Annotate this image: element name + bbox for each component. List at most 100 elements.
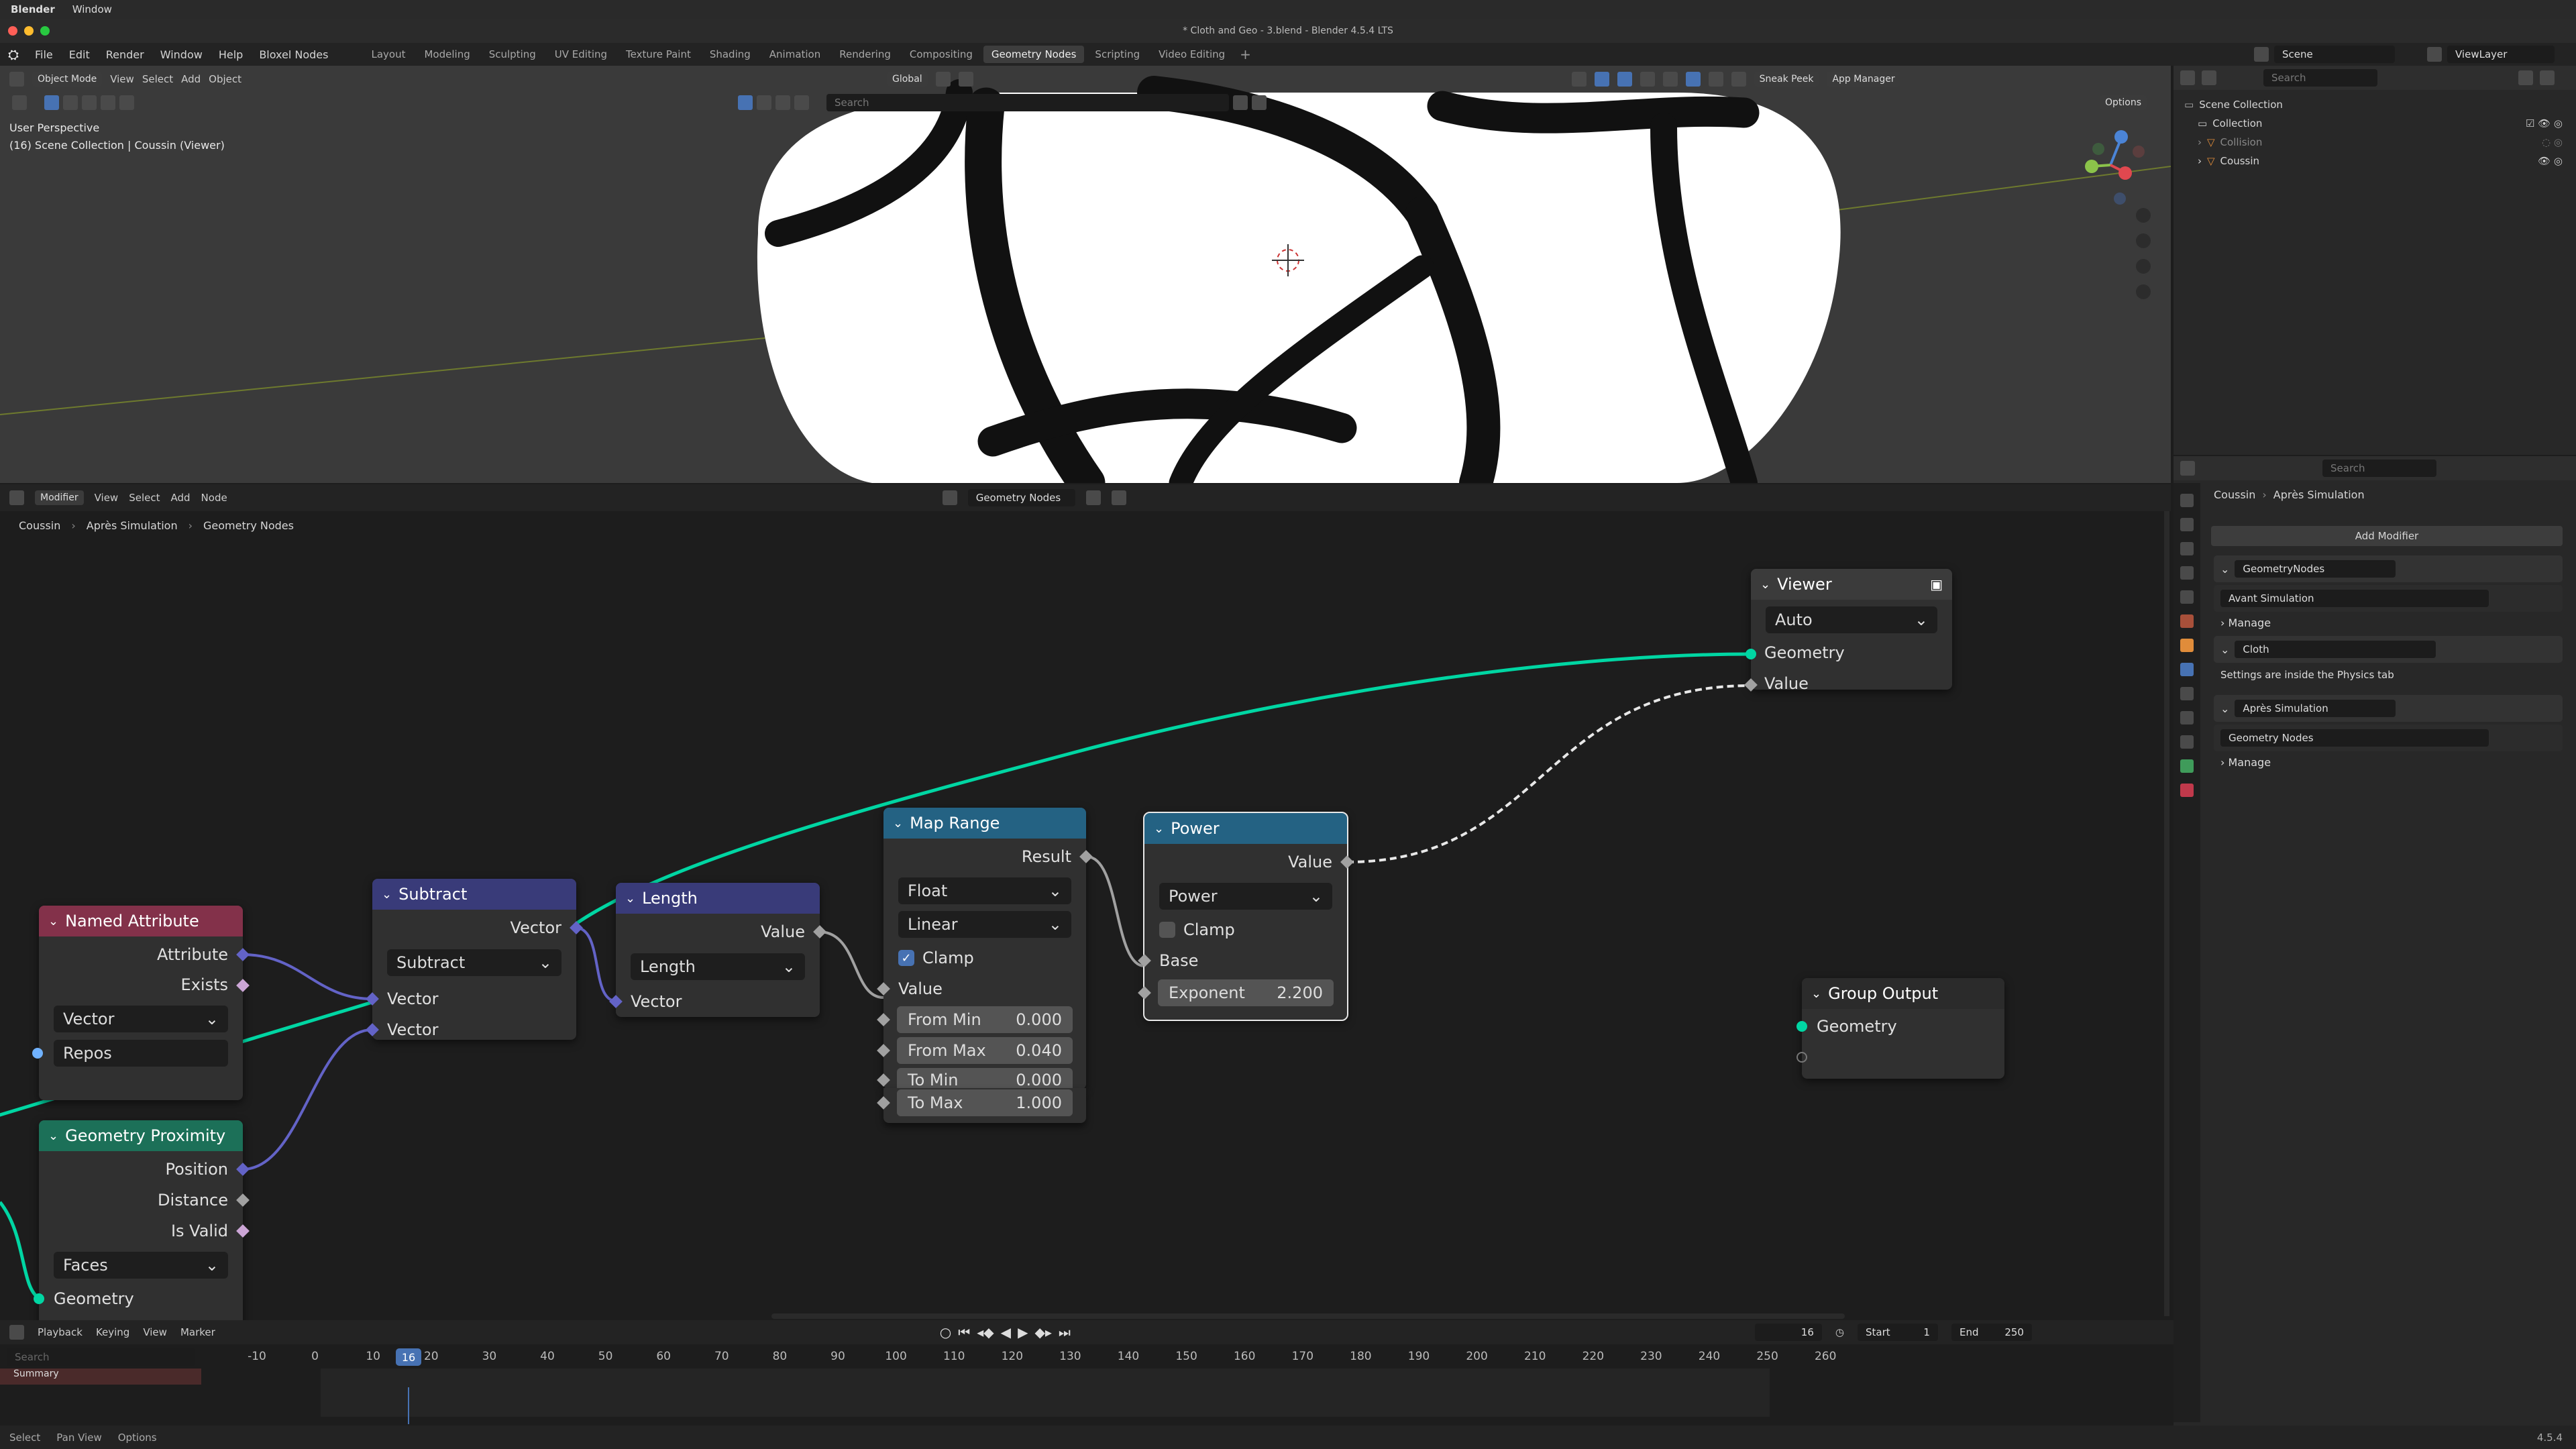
display-mode-icon[interactable] bbox=[2202, 70, 2216, 85]
new-collection-icon[interactable] bbox=[2540, 70, 2555, 85]
workspace-tab-shading[interactable]: Shading bbox=[702, 46, 759, 63]
workspace-tab-layout[interactable]: Layout bbox=[363, 46, 413, 63]
geometry-input-socket[interactable] bbox=[1796, 1021, 1807, 1032]
particles-tab-icon[interactable] bbox=[2180, 687, 2194, 700]
menu-help[interactable]: Help bbox=[211, 48, 251, 61]
maximize-window-button[interactable] bbox=[40, 26, 50, 36]
modifier-name-field[interactable]: GeometryNodes bbox=[2235, 560, 2396, 578]
playhead-frame[interactable]: 16 bbox=[396, 1348, 421, 1366]
editor-type-icon[interactable] bbox=[9, 72, 24, 87]
clamp-checkbox[interactable]: Clamp bbox=[1144, 916, 1347, 943]
node-header[interactable]: ⌄ Geometry Proximity bbox=[39, 1120, 243, 1151]
modifier-tree-selector[interactable]: Avant Simulation bbox=[2214, 585, 2563, 612]
workspace-tab-rendering[interactable]: Rendering bbox=[831, 46, 899, 63]
checkmark-icon[interactable]: ✓ bbox=[898, 950, 914, 966]
modifier-header-geometrynodes[interactable]: ⌄ GeometryNodes bbox=[2214, 555, 2563, 582]
3d-viewport[interactable]: Object Mode View Select Add Object Globa… bbox=[0, 66, 2171, 483]
menu-window[interactable]: Window bbox=[152, 48, 211, 61]
add-workspace-icon[interactable]: + bbox=[1240, 46, 1251, 62]
shading-wire-icon[interactable] bbox=[1662, 72, 1678, 87]
name-input-socket[interactable] bbox=[32, 1048, 43, 1059]
modifier-header-cloth[interactable]: ⌄ Cloth bbox=[2214, 636, 2563, 663]
target-element-dropdown[interactable]: Faces ⌄ bbox=[54, 1252, 228, 1279]
interpolation-dropdown[interactable]: Linear ⌄ bbox=[898, 911, 1071, 938]
node-header[interactable]: ⌄ Length bbox=[616, 883, 820, 914]
material-tab-icon[interactable] bbox=[2180, 784, 2194, 797]
tool-cursor-icon[interactable] bbox=[12, 95, 27, 110]
filter-icon[interactable] bbox=[1252, 95, 1267, 110]
menu-file[interactable]: File bbox=[27, 48, 61, 61]
node-editor[interactable]: Modifier View Select Add Node Geometry N… bbox=[0, 484, 2171, 1320]
modifier-name-field[interactable]: Cloth bbox=[2235, 641, 2436, 658]
power-node[interactable]: ⌄ Power Value Power ⌄ Clamp Base Exponent 2… bbox=[1138, 812, 1354, 1021]
node-header[interactable]: ⌄ Group Output bbox=[1802, 978, 2004, 1009]
breadcrumb-object[interactable]: Coussin bbox=[2214, 488, 2255, 501]
output-tab-icon[interactable] bbox=[2180, 542, 2194, 555]
outliner-editor-icon[interactable] bbox=[2180, 70, 2195, 85]
menu-bloxel-nodes[interactable]: Bloxel Nodes bbox=[251, 48, 336, 61]
pivot-icon[interactable] bbox=[935, 72, 951, 87]
scene-tab-icon[interactable] bbox=[2180, 590, 2194, 604]
xray-icon[interactable] bbox=[1640, 72, 1655, 87]
scene-selector[interactable]: Scene bbox=[2274, 46, 2395, 63]
vector-math-op-dropdown[interactable]: Subtract ⌄ bbox=[387, 949, 561, 976]
outliner-item[interactable]: ▭ Scene Collection bbox=[2184, 95, 2576, 114]
timeline[interactable]: Playback Keying View Marker ○ ⏮ ◂◆ ◀ ▶ ◆… bbox=[0, 1320, 2174, 1426]
named-attribute-node[interactable]: ⌄ Named Attribute Attribute Exists Vector… bbox=[32, 906, 250, 1100]
math-op-dropdown[interactable]: Power ⌄ bbox=[1159, 883, 1332, 910]
view-layer-selector[interactable]: ViewLayer bbox=[2447, 46, 2555, 63]
shading-solid-icon[interactable] bbox=[1685, 72, 1701, 87]
data-type-dropdown[interactable]: Float ⌄ bbox=[898, 877, 1071, 904]
checkbox-icon[interactable] bbox=[1159, 922, 1175, 938]
minimize-window-button[interactable] bbox=[24, 26, 34, 36]
node-tree-field[interactable]: Avant Simulation bbox=[2220, 590, 2489, 607]
workspace-tab-scripting[interactable]: Scripting bbox=[1087, 46, 1148, 63]
overlay-toggle-icon[interactable] bbox=[1617, 72, 1632, 87]
geometry-input-socket[interactable] bbox=[1746, 649, 1756, 659]
node-header[interactable]: ⌄ Viewer ▣ bbox=[1751, 569, 1952, 600]
geometry-input-socket[interactable] bbox=[34, 1293, 44, 1304]
constraints-tab-icon[interactable] bbox=[2180, 735, 2194, 749]
modifier-tree-selector[interactable]: Geometry Nodes bbox=[2214, 724, 2563, 751]
camera-icon[interactable] bbox=[2136, 259, 2151, 274]
blender-logo-icon[interactable]: ⛭ bbox=[0, 46, 27, 62]
select-tweak-icon[interactable] bbox=[757, 95, 771, 110]
manage-panel-toggle[interactable]: › Manage bbox=[2214, 749, 2563, 775]
modifier-tab-icon[interactable] bbox=[2180, 663, 2194, 676]
to-max-field[interactable]: To Max 1.000 bbox=[897, 1089, 1073, 1116]
workspace-tab-video-editing[interactable]: Video Editing bbox=[1150, 46, 1233, 63]
workspace-tab-animation[interactable]: Animation bbox=[761, 46, 828, 63]
proportional-edit-icon[interactable] bbox=[1571, 72, 1587, 87]
vertical-scrollbar[interactable] bbox=[2164, 511, 2169, 1316]
node-header[interactable]: ⌄ Power bbox=[1144, 813, 1347, 844]
select-lasso-icon[interactable] bbox=[794, 95, 809, 110]
outliner-filter-icon[interactable] bbox=[2518, 70, 2533, 85]
mac-app-name[interactable]: Blender bbox=[11, 3, 55, 15]
navigation-gizmo[interactable] bbox=[2085, 130, 2145, 205]
tool-invert-icon[interactable] bbox=[101, 95, 115, 110]
properties-editor-icon[interactable] bbox=[2180, 461, 2195, 476]
outliner-item[interactable]: ▭ Collection ☑ 👁 ◎ bbox=[2184, 114, 2576, 133]
exponent-field[interactable]: Exponent 2.200 bbox=[1158, 979, 1334, 1006]
tool-select-icon[interactable] bbox=[44, 95, 59, 110]
node-header[interactable]: ⌄ Map Range bbox=[883, 808, 1086, 839]
shading-rendered-icon[interactable] bbox=[1731, 72, 1746, 87]
workspace-tab-uv-editing[interactable]: UV Editing bbox=[547, 46, 615, 63]
viewer-node[interactable]: ⌄ Viewer ▣ Auto ⌄ Geometry Value bbox=[1744, 569, 1952, 693]
close-window-button[interactable] bbox=[8, 26, 17, 36]
geometry-proximity-node[interactable]: ⌄ Geometry Proximity Position Distance Is… bbox=[34, 1120, 250, 1320]
map-range-node[interactable]: ⌄ Map Range Result Float ⌄ Linear ⌄ ✓ Clamp … bbox=[877, 808, 1093, 1092]
viewport-select-menu[interactable]: Select bbox=[142, 73, 173, 85]
snap-icon[interactable] bbox=[958, 72, 973, 87]
select-box-icon[interactable] bbox=[738, 95, 753, 110]
monitor-icon[interactable]: ▣ bbox=[1930, 576, 1943, 592]
viewport-options-button[interactable]: Options bbox=[2100, 95, 2147, 110]
modifier-name-field[interactable]: Après Simulation bbox=[2235, 700, 2396, 717]
node-tree-field[interactable]: Geometry Nodes bbox=[2220, 729, 2489, 747]
group-output-node[interactable]: ⌄ Group Output Geometry bbox=[1796, 978, 2004, 1079]
length-op-dropdown[interactable]: Length ⌄ bbox=[631, 953, 805, 980]
tool-extend-icon[interactable] bbox=[63, 95, 78, 110]
workspace-tab-modeling[interactable]: Modeling bbox=[416, 46, 478, 63]
from-max-field[interactable]: From Max 0.040 bbox=[897, 1037, 1073, 1064]
workspace-tab-geometry-nodes[interactable]: Geometry Nodes bbox=[983, 46, 1085, 63]
